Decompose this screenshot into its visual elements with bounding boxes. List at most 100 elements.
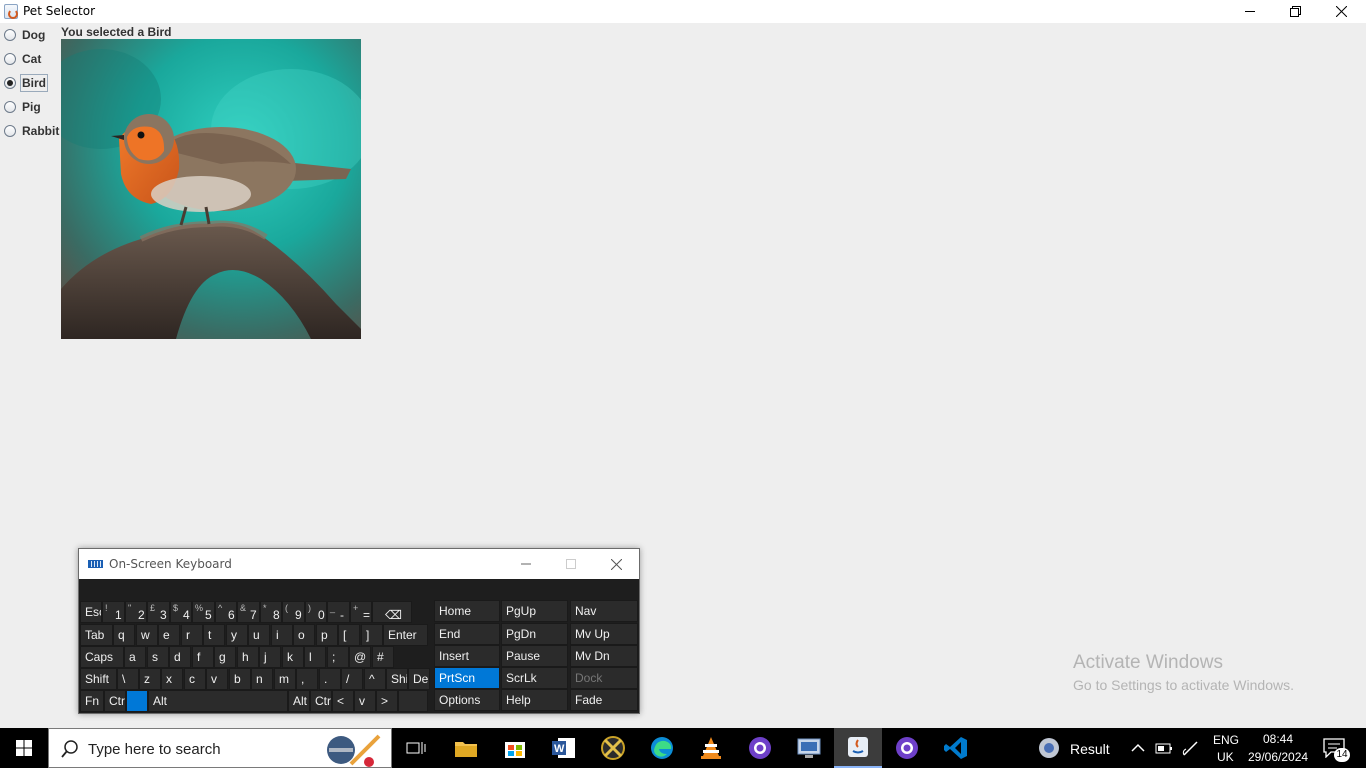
osk-key[interactable]: Alt [148, 690, 288, 712]
osk-key[interactable]: . [319, 668, 341, 690]
radio-bird[interactable]: Bird [4, 74, 48, 92]
osk-key[interactable]: w [136, 624, 158, 646]
radio-indicator[interactable] [4, 101, 16, 113]
radio-label[interactable]: Rabbit [21, 123, 60, 139]
osk-key-9[interactable]: (9 [282, 601, 305, 623]
osk-key-13[interactable]: ⌫ [372, 601, 412, 623]
osk-key[interactable]: i [271, 624, 293, 646]
osk-minimize-button[interactable] [503, 549, 548, 579]
osk-key[interactable]: c [184, 668, 206, 690]
osk-close-button[interactable] [594, 549, 639, 579]
weather-news-text[interactable]: Result [1070, 741, 1110, 757]
osk-nav-key[interactable]: Mv Dn [570, 645, 638, 667]
on-screen-keyboard-window[interactable]: On-Screen Keyboard Esc!1"2£3$4%5^6&7*8(9… [78, 548, 640, 714]
osk-key[interactable]: Ctr [310, 690, 332, 712]
osk-key[interactable]: o [293, 624, 315, 646]
osk-key[interactable]: @ [349, 646, 371, 668]
taskbar-search-box[interactable]: Type here to search [48, 728, 392, 768]
osk-key-8[interactable]: * 8 [260, 601, 282, 623]
radio-indicator[interactable] [4, 53, 16, 65]
osk-key[interactable]: k [282, 646, 304, 668]
osk-key[interactable]: > [376, 690, 398, 712]
osk-key[interactable]: h [237, 646, 259, 668]
input-region[interactable]: UK [1217, 750, 1234, 764]
osk-key[interactable]: , [296, 668, 318, 690]
osk-nav-key[interactable]: Options [434, 689, 500, 711]
input-language[interactable]: ENG [1213, 733, 1239, 747]
osk-key[interactable]: q [113, 624, 135, 646]
radio-label[interactable]: Cat [21, 51, 42, 67]
osk-key[interactable]: ] [361, 624, 383, 646]
osk-key[interactable]: v [354, 690, 376, 712]
osk-key[interactable]: n [251, 668, 273, 690]
pen-ink-icon[interactable] [1182, 739, 1200, 757]
osk-key[interactable]: Shi [386, 668, 408, 690]
osk-nav-key[interactable]: Home [434, 600, 500, 622]
osk-nav-key[interactable]: Nav [570, 600, 638, 622]
radio-dog[interactable]: Dog [4, 26, 46, 44]
github-desktop-2-button[interactable] [883, 728, 931, 768]
osk-nav-key[interactable]: Dock [570, 667, 638, 689]
osk-key-caps[interactable]: Caps [80, 646, 124, 668]
radio-rabbit[interactable]: Rabbit [4, 122, 60, 140]
task-view-button[interactable] [392, 728, 440, 768]
vlc-button[interactable] [687, 728, 735, 768]
osk-key[interactable]: y [226, 624, 248, 646]
osk-key-2[interactable]: " 2 [125, 601, 147, 623]
osk-key[interactable]: Alt [288, 690, 310, 712]
maximize-button[interactable] [1272, 0, 1318, 23]
github-desktop-button[interactable] [736, 728, 784, 768]
game-app-button[interactable] [589, 728, 637, 768]
osk-key[interactable]: d [169, 646, 191, 668]
osk-key-7[interactable]: & 7 [237, 601, 260, 623]
osk-key[interactable]: Fn [80, 690, 104, 712]
clock-date[interactable]: 29/06/2024 [1248, 750, 1308, 764]
close-button[interactable] [1318, 0, 1364, 23]
osk-key[interactable] [398, 690, 428, 712]
radio-indicator[interactable] [4, 29, 16, 41]
osk-maximize-button[interactable] [548, 549, 593, 579]
osk-key-1[interactable]: ! 1 [102, 601, 125, 623]
osk-key[interactable]: Del [408, 668, 430, 690]
osk-key[interactable]: x [161, 668, 183, 690]
osk-key[interactable]: Ctr [104, 690, 126, 712]
osk-key-6[interactable]: ^ 6 [215, 601, 237, 623]
osk-nav-key[interactable]: End [434, 623, 500, 645]
vscode-button[interactable] [932, 728, 980, 768]
osk-key[interactable]: a [124, 646, 146, 668]
osk-key[interactable]: l [304, 646, 326, 668]
radio-pig[interactable]: Pig [4, 98, 42, 116]
osk-key[interactable]: ; [327, 646, 349, 668]
osk-key[interactable]: m [274, 668, 296, 690]
chevron-up-icon[interactable] [1131, 741, 1145, 755]
clock-time[interactable]: 08:44 [1263, 732, 1293, 746]
osk-titlebar[interactable]: On-Screen Keyboard [79, 549, 639, 579]
osk-key[interactable]: p [316, 624, 338, 646]
remote-desktop-button[interactable] [785, 728, 833, 768]
radio-label[interactable]: Dog [21, 27, 46, 43]
file-explorer-button[interactable] [442, 728, 490, 768]
osk-nav-key[interactable]: Help [501, 689, 568, 711]
osk-nav-key[interactable]: PgUp [501, 600, 568, 622]
osk-key[interactable]: g [214, 646, 236, 668]
radio-indicator[interactable] [4, 125, 16, 137]
osk-key-12[interactable]: + = [350, 601, 372, 623]
osk-key-0[interactable]: Esc [80, 601, 102, 623]
radio-label[interactable]: Bird [20, 74, 48, 92]
microsoft-store-button[interactable] [491, 728, 539, 768]
osk-key-11[interactable]: _ - [327, 601, 350, 623]
start-button[interactable] [0, 728, 48, 768]
radio-indicator-selected[interactable] [4, 77, 16, 89]
radio-label[interactable]: Pig [21, 99, 42, 115]
notification-center-button[interactable]: 14 [1320, 736, 1350, 762]
battery-icon[interactable] [1155, 741, 1173, 755]
word-button[interactable]: W [540, 728, 588, 768]
edge-button[interactable] [638, 728, 686, 768]
osk-key[interactable]: j [259, 646, 281, 668]
osk-key[interactable]: u [248, 624, 270, 646]
osk-nav-key[interactable]: Mv Up [570, 623, 638, 645]
osk-key-shift[interactable]: Shift [80, 668, 117, 690]
osk-nav-key[interactable]: Pause [501, 645, 568, 667]
osk-key[interactable]: [ [338, 624, 360, 646]
osk-key-tab[interactable]: Tab [80, 624, 113, 646]
